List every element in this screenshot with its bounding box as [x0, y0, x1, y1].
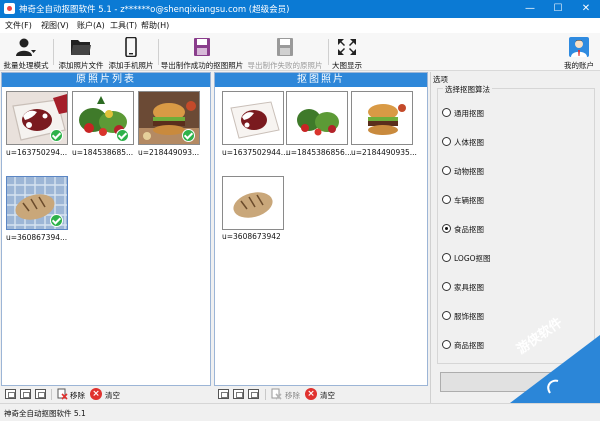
large-view-button[interactable]: 大图显示: [330, 35, 364, 70]
cutout-list-actions: 移除 × 清空: [214, 386, 428, 403]
photo-caption: u=163750294...: [6, 148, 68, 157]
original-photo-list[interactable]: 原照片列表 u=163750294... u=184538685... u=21…: [1, 72, 211, 386]
radio-icon[interactable]: [442, 137, 451, 146]
cutout-caption: u=2184490935...: [351, 148, 417, 157]
clear-icon[interactable]: ×: [90, 388, 102, 400]
radio-icon[interactable]: [442, 108, 451, 117]
algorithm-label: 服饰抠图: [454, 312, 484, 321]
algorithm-label: 通用抠图: [454, 109, 484, 118]
radio-icon[interactable]: [442, 166, 451, 175]
success-check-icon: [50, 129, 63, 142]
select-all-icon[interactable]: [218, 389, 229, 399]
cutout-photo-list[interactable]: 抠图照片 u=1637502944... u=1845386856... u=2…: [214, 72, 428, 386]
select-none-icon[interactable]: [233, 389, 244, 399]
remove-button[interactable]: 移除: [70, 390, 85, 401]
menu-file[interactable]: 文件(F): [5, 20, 32, 31]
status-bar: 神奇全自动抠图软件 5.1: [0, 403, 600, 421]
title-bar: 神奇全自动抠图软件 5.1 - z******o@shenqixiangsu.c…: [0, 0, 600, 18]
minimize-button[interactable]: —: [516, 0, 544, 18]
save-disk-disabled-icon: [277, 38, 293, 56]
select-none-icon[interactable]: [20, 389, 31, 399]
menu-view[interactable]: 视图(V): [41, 20, 69, 31]
radio-icon[interactable]: [442, 340, 451, 349]
menu-tools[interactable]: 工具(T): [110, 20, 137, 31]
radio-icon[interactable]: [442, 195, 451, 204]
cutout-caption: u=1637502944...: [222, 148, 288, 157]
my-account-button[interactable]: 我的账户: [560, 35, 598, 70]
bread-cutout: [222, 176, 284, 230]
toolbar-divider: [328, 39, 329, 65]
app-window: 神奇全自动抠图软件 5.1 - z******o@shenqixiangsu.c…: [0, 0, 600, 421]
status-text: 神奇全自动抠图软件 5.1: [4, 409, 86, 418]
maximize-button[interactable]: ☐: [544, 0, 572, 18]
clear-icon[interactable]: ×: [305, 388, 317, 400]
algorithm-label: 商品抠图: [454, 341, 484, 350]
photo-caption: u=184538685...: [72, 148, 134, 157]
algorithm-group: 选择抠图算法 通用抠图 人体抠图 动物抠图 车辆抠图 食品抠图 LOGO抠图 家…: [437, 84, 595, 364]
algorithm-label: 家具抠图: [454, 283, 484, 292]
clear-button[interactable]: 清空: [320, 390, 335, 401]
select-all-icon[interactable]: [5, 389, 16, 399]
folder-icon: [71, 40, 91, 55]
menu-bar: 文件(F) 视图(V) 账户(A) 工具(T) 帮助(H): [0, 18, 600, 33]
user-batch-icon: [16, 38, 36, 56]
success-check-icon: [116, 129, 129, 142]
close-button[interactable]: ✕: [572, 0, 600, 18]
original-list-actions: 移除 × 清空: [1, 386, 211, 403]
divider: [265, 389, 266, 400]
window-title: 神奇全自动抠图软件 5.1 - z******o@shenqixiangsu.c…: [19, 5, 290, 15]
lace-cake-cutout: [222, 91, 284, 145]
save-disk-icon: [194, 38, 210, 56]
add-phone-photos-button[interactable]: 添加手机照片: [107, 35, 155, 70]
vegetables-cutout: [286, 91, 348, 145]
export-success-label: 导出制作成功的抠图照片: [160, 61, 244, 70]
radio-icon[interactable]: [442, 282, 451, 291]
remove-icon[interactable]: [271, 388, 282, 400]
algorithm-label: 车辆抠图: [454, 196, 484, 205]
clear-button[interactable]: 清空: [105, 390, 120, 401]
fullscreen-icon: [338, 39, 356, 55]
radio-icon[interactable]: [442, 253, 451, 262]
radio-icon[interactable]: [442, 311, 451, 320]
cutout-photo-list-header: 抠图照片: [215, 73, 427, 87]
photo-caption: u=360867394...: [6, 233, 68, 242]
cutout-caption: u=3608673942,3716387051&fm=26&gp=0.jpg: [222, 233, 280, 241]
invert-select-icon[interactable]: [35, 389, 46, 399]
algorithm-label: LOGO抠图: [454, 254, 491, 263]
algorithm-label: 动物抠图: [454, 167, 484, 176]
remove-button[interactable]: 移除: [285, 390, 300, 401]
watermark-logo: [510, 335, 600, 403]
batch-mode-button[interactable]: 批量处理模式: [2, 35, 50, 70]
app-logo-icon: [4, 3, 15, 14]
account-avatar-icon: [569, 37, 589, 57]
success-check-icon: [182, 129, 195, 142]
algorithm-label: 食品抠图: [454, 225, 484, 234]
add-files-label: 添加照片文件: [58, 61, 104, 70]
cutout-caption: u=1845386856...: [286, 148, 352, 157]
algorithm-group-title: 选择抠图算法: [443, 84, 492, 95]
radio-selected-icon[interactable]: [442, 224, 451, 233]
original-photo-list-header: 原照片列表: [2, 73, 210, 87]
algorithm-label: 人体抠图: [454, 138, 484, 147]
toolbar: 批量处理模式 添加照片文件 添加手机照片 导出制作成功的抠图照片 导出制作失败的…: [0, 33, 600, 71]
menu-help[interactable]: 帮助(H): [141, 20, 169, 31]
large-view-label: 大图显示: [332, 61, 362, 70]
photo-caption: u=218449093...: [138, 148, 200, 157]
success-check-icon: [50, 214, 63, 227]
export-failed-label: 导出制作失败的原照片: [247, 61, 323, 70]
burger-cutout: [351, 91, 413, 145]
divider: [51, 389, 52, 400]
phone-icon: [125, 37, 137, 57]
menu-account[interactable]: 账户(A): [77, 20, 105, 31]
batch-mode-label: 批量处理模式: [3, 61, 49, 70]
remove-icon[interactable]: [57, 388, 68, 400]
export-failed-button[interactable]: 导出制作失败的原照片: [245, 35, 325, 70]
toolbar-divider: [158, 39, 159, 65]
export-success-button[interactable]: 导出制作成功的抠图照片: [160, 35, 244, 70]
toolbar-divider: [53, 39, 54, 65]
add-files-button[interactable]: 添加照片文件: [56, 35, 106, 70]
add-phone-photos-label: 添加手机照片: [108, 61, 154, 70]
invert-select-icon[interactable]: [248, 389, 259, 399]
my-account-label: 我的账户: [564, 61, 594, 70]
